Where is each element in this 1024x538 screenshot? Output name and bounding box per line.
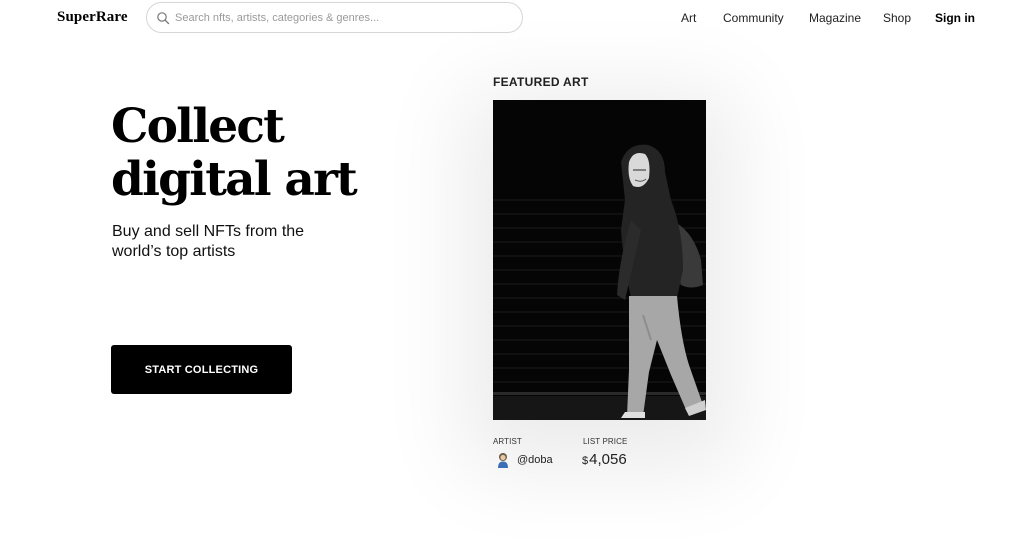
nav-community[interactable]: Community bbox=[723, 11, 784, 25]
nav-art[interactable]: Art bbox=[681, 11, 696, 25]
hero-title: Collect digital art bbox=[111, 100, 411, 206]
nav-magazine[interactable]: Magazine bbox=[809, 11, 861, 25]
price-amount: 4,056 bbox=[589, 451, 627, 468]
hero-subtitle: Buy and sell NFTs from the world’s top a… bbox=[112, 223, 305, 260]
featured-art-label: FEATURED ART bbox=[493, 75, 589, 89]
search-icon bbox=[157, 12, 170, 25]
search-bar[interactable] bbox=[146, 2, 523, 33]
list-price-label: LIST PRICE bbox=[583, 437, 628, 446]
search-input[interactable] bbox=[175, 7, 515, 29]
start-collecting-button[interactable]: START COLLECTING bbox=[111, 345, 292, 394]
artist-label: ARTIST bbox=[493, 437, 522, 446]
superrare-logo[interactable]: SuperRare bbox=[57, 9, 128, 26]
hero-title-line-1: Collect bbox=[111, 99, 285, 154]
sign-in-link[interactable]: Sign in bbox=[935, 11, 975, 25]
artist-avatar-icon[interactable] bbox=[496, 452, 510, 468]
nav-shop[interactable]: Shop bbox=[883, 11, 911, 25]
price-currency: $ bbox=[582, 455, 589, 467]
hero-title-line-2: digital art bbox=[111, 152, 358, 207]
artwork-image bbox=[493, 100, 706, 420]
featured-artwork[interactable] bbox=[493, 100, 706, 420]
artist-name-link[interactable]: @doba bbox=[517, 454, 553, 466]
list-price-value: $4,056 bbox=[582, 451, 627, 468]
